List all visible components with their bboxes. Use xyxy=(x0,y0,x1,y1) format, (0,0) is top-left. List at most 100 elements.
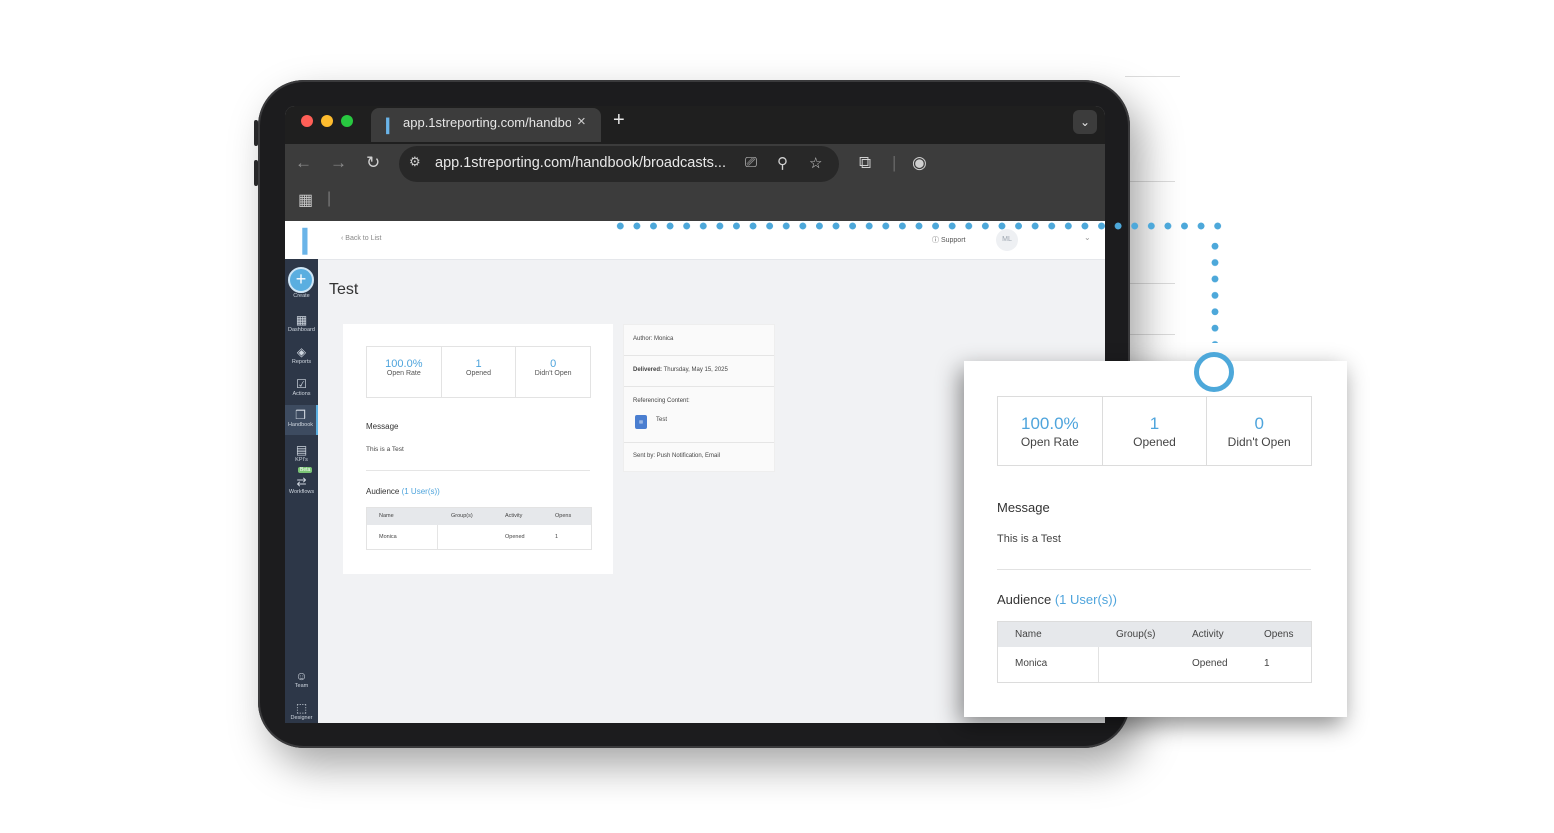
broadcast-detail-card: 100.0% Open Rate 1 Opened 0 Didn't Open Mes… xyxy=(343,324,613,574)
column-header[interactable]: Opens xyxy=(555,513,571,519)
close-window-dot[interactable] xyxy=(301,115,313,127)
sidebar-item-actions[interactable]: ☑ Actions xyxy=(285,377,318,398)
column-header[interactable]: Activity xyxy=(1192,629,1224,640)
audience-users-link[interactable]: (1 User(s)) xyxy=(402,487,440,496)
forward-arrow-icon[interactable]: → xyxy=(330,153,347,173)
site-settings-icon[interactable]: ⚙ xyxy=(409,154,421,170)
decorative-line xyxy=(1125,283,1175,284)
maximize-window-dot[interactable] xyxy=(341,115,353,127)
sidebar-item-handbook[interactable]: ❒ Handbook xyxy=(285,405,318,435)
delivered-label: Delivered: xyxy=(633,367,663,373)
sidebar-item-dashboard[interactable]: ▦ Dashboard xyxy=(285,313,318,334)
favicon-icon: ❙ xyxy=(381,117,395,134)
minimize-window-dot[interactable] xyxy=(321,115,333,127)
cell-opens: 1 xyxy=(1264,658,1270,669)
sidebar-item-reports[interactable]: ◈ Reports xyxy=(285,345,318,366)
stat-label: Opened xyxy=(466,370,491,377)
stat-open-rate: 100.0% Open Rate xyxy=(367,347,442,397)
browser-chrome: ❙ app.1streporting.com/handbo × + ⌄ ← → … xyxy=(285,106,1105,221)
browser-tab[interactable]: ❙ app.1streporting.com/handbo × xyxy=(371,108,601,142)
reload-icon[interactable]: ↻ xyxy=(366,153,380,173)
extensions-icon[interactable]: ⧉ xyxy=(859,153,871,173)
stat-didnt-open: 0 Didn't Open xyxy=(1207,397,1311,465)
stat-value: 100.0% xyxy=(385,358,423,370)
beta-badge: Beta xyxy=(298,467,313,473)
sidebar-item-create[interactable]: Create xyxy=(285,293,318,300)
bookmark-star-icon[interactable]: ☆ xyxy=(809,154,822,172)
address-bar[interactable]: ⚙ app.1streporting.com/handbook/broadcas… xyxy=(399,146,839,182)
sidebar-item-kpis[interactable]: ▤ KPI's xyxy=(285,443,318,464)
app-logo[interactable]: ❙ xyxy=(285,221,319,259)
column-header[interactable]: Group(s) xyxy=(1116,629,1155,640)
cell-opens: 1 xyxy=(555,534,559,540)
table-row[interactable]: Monica Opened 1 xyxy=(998,647,1311,682)
sidebar-item-team[interactable]: ☺ Team xyxy=(285,669,318,690)
stat-opened: 1 Opened xyxy=(442,347,517,397)
document-icon: ▤ xyxy=(635,415,647,429)
sidebar-item-label: Dashboard xyxy=(288,327,315,333)
page-title: Test xyxy=(329,281,359,298)
message-body: This is a Test xyxy=(366,446,404,453)
cell-activity: Opened xyxy=(505,534,525,540)
connector-dotted-line xyxy=(612,222,1222,230)
url-text[interactable]: app.1streporting.com/handbook/broadcasts… xyxy=(435,155,726,171)
sidebar-item-label: Designer xyxy=(290,715,313,721)
sidebar-item-label: Actions xyxy=(292,391,311,397)
stat-label: Opened xyxy=(1133,435,1176,449)
sidebar: ❙ + Create ▦ Dashboard ◈ Reports ☑ Actions … xyxy=(285,221,319,723)
column-divider xyxy=(437,525,438,549)
info-referencing-row: Referencing Content: xyxy=(624,386,774,443)
info-author-row: Author: Monica xyxy=(624,325,774,356)
column-header[interactable]: Group(s) xyxy=(451,513,473,519)
cell-name: Monica xyxy=(1015,658,1048,669)
audience-label: Audience xyxy=(997,592,1052,607)
cell-activity: Opened xyxy=(1192,658,1228,669)
tab-search-dropdown[interactable]: ⌄ xyxy=(1073,110,1097,134)
audience-users-link[interactable]: (1 User(s)) xyxy=(1055,592,1117,607)
broadcast-info-panel: Author: Monica Delivered: Thursday, May … xyxy=(623,324,775,472)
info-delivered-row: Delivered: Thursday, May 15, 2025 xyxy=(624,355,774,387)
audience-table: Name Group(s) Activity Opens Monica Open… xyxy=(997,621,1312,683)
table-row[interactable]: Monica Opened 1 xyxy=(367,525,591,549)
connector-ring xyxy=(1194,352,1234,392)
zoom-icon[interactable]: ⚲ xyxy=(777,154,788,172)
message-body: This is a Test xyxy=(997,533,1061,545)
tab-title: app.1streporting.com/handbo xyxy=(403,115,571,130)
sidebar-item-label: KPI's xyxy=(295,457,308,463)
stat-open-rate: 100.0% Open Rate xyxy=(998,397,1103,465)
decorative-line xyxy=(1125,334,1175,335)
sidebar-item-label: Workflows xyxy=(288,489,315,495)
divider xyxy=(997,569,1311,570)
column-header[interactable]: Activity xyxy=(505,513,522,519)
stats-row: 100.0% Open Rate 1 Opened 0 Didn't Open xyxy=(366,346,591,398)
create-button[interactable]: + xyxy=(288,267,314,293)
column-header[interactable]: Opens xyxy=(1264,629,1293,640)
connector-dotted-line xyxy=(1211,238,1219,343)
new-tab-button[interactable]: + xyxy=(613,109,625,132)
tab-close-icon[interactable]: × xyxy=(577,113,586,130)
profile-icon[interactable]: ◉ xyxy=(912,153,927,173)
avatar[interactable]: ML xyxy=(996,229,1018,251)
apps-grid-icon[interactable]: ▦ xyxy=(298,190,313,210)
referencing-item[interactable]: Test xyxy=(656,417,667,423)
support-link[interactable]: ⓘ Support xyxy=(932,235,965,245)
sidebar-item-label: Team xyxy=(294,683,309,689)
column-header[interactable]: Name xyxy=(379,513,394,519)
message-heading: Message xyxy=(366,422,399,431)
layers-icon: ◈ xyxy=(296,345,307,359)
chevron-down-icon[interactable]: ⌄ xyxy=(1084,233,1091,242)
sidebar-item-label: Reports xyxy=(291,359,312,365)
sidebar-item-workflows[interactable]: ⇄ Workflows xyxy=(285,475,318,496)
referencing-label: Referencing Content: xyxy=(633,398,690,404)
audience-table: Name Group(s) Activity Opens Monica Open… xyxy=(366,507,592,550)
stat-label: Open Rate xyxy=(386,370,421,377)
delivered-text: Delivered: Thursday, May 15, 2025 xyxy=(633,367,728,373)
column-header[interactable]: Name xyxy=(1015,629,1042,640)
sidebar-item-designer[interactable]: ⬚ Designer xyxy=(285,701,318,722)
back-arrow-icon[interactable]: ← xyxy=(295,153,312,173)
stat-label: Open Rate xyxy=(1020,435,1079,449)
install-app-icon[interactable]: ⎚ xyxy=(745,154,757,171)
author-text: Author: Monica xyxy=(633,336,674,342)
audience-label: Audience xyxy=(366,487,400,496)
back-to-list-link[interactable]: ‹ Back to List xyxy=(341,235,381,242)
